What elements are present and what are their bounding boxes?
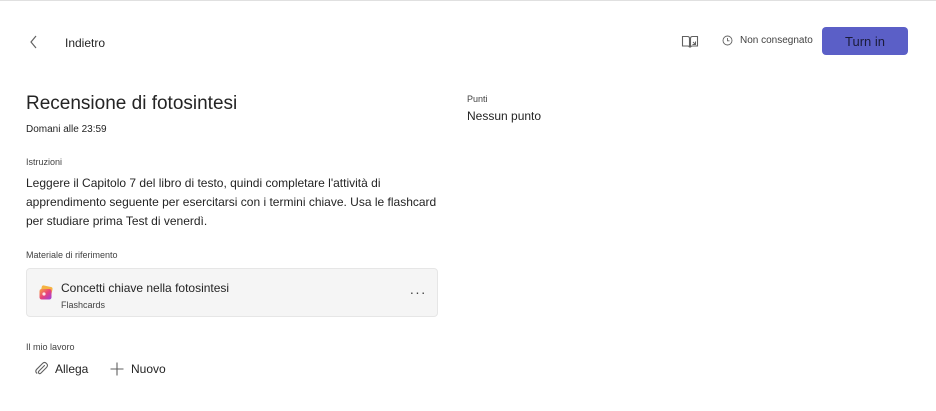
turn-in-button[interactable]: Turn in bbox=[822, 27, 908, 55]
immersive-reader-button[interactable] bbox=[680, 32, 700, 52]
back-button[interactable] bbox=[24, 30, 44, 54]
more-options-button[interactable]: ··· bbox=[407, 282, 429, 302]
chevron-left-icon bbox=[30, 35, 37, 49]
clock-icon bbox=[722, 35, 733, 46]
my-work-label: Il mio lavoro bbox=[26, 342, 75, 352]
status-badge: Non consegnato bbox=[722, 35, 813, 46]
instructions-text: Leggere il Capitolo 7 del libro di testo… bbox=[26, 176, 437, 228]
points-label: Punti bbox=[467, 94, 488, 104]
new-button[interactable]: Nuovo bbox=[109, 361, 166, 377]
top-divider bbox=[0, 0, 936, 1]
new-label: Nuovo bbox=[131, 362, 166, 376]
reference-title[interactable]: Concetti chiave nella fotosintesi bbox=[61, 281, 229, 295]
plus-icon bbox=[110, 362, 124, 376]
more-icon: ··· bbox=[409, 284, 427, 300]
attach-button[interactable]: Allega bbox=[34, 361, 88, 376]
due-date: Domani alle 23:59 bbox=[26, 124, 107, 135]
points-value: Nessun punto bbox=[467, 109, 542, 123]
page-title: Recensione di fotosintesi bbox=[26, 93, 238, 114]
immersive-reader-icon bbox=[681, 35, 699, 48]
reference-materials-label: Materiale di riferimento bbox=[26, 250, 118, 260]
back-label[interactable]: Indietro bbox=[65, 36, 105, 50]
flashcards-icon bbox=[39, 285, 53, 300]
instructions-label: Istruzioni bbox=[26, 157, 63, 167]
status-text: Non consegnato bbox=[740, 35, 813, 46]
reference-subtitle: Flashcards bbox=[61, 300, 106, 310]
paperclip-icon bbox=[35, 361, 49, 375]
attach-label: Allega bbox=[55, 361, 89, 376]
reference-card[interactable]: Concetti chiave nella fotosintesi Flashc… bbox=[26, 268, 438, 317]
